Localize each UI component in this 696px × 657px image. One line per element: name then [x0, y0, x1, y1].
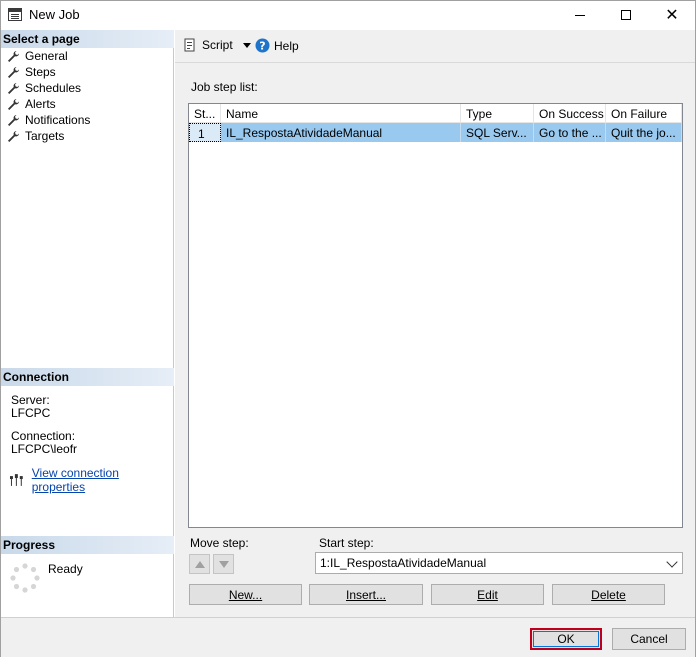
page-item-label: Targets [25, 129, 65, 143]
minimize-icon [575, 14, 585, 16]
wrench-icon [7, 50, 20, 63]
connection-header: Connection [1, 368, 174, 386]
insert-step-button[interactable]: Insert... [309, 584, 423, 605]
wrench-icon [7, 66, 20, 79]
page-item-label: Alerts [25, 97, 56, 111]
page-item-notifications[interactable]: Notifications [1, 112, 174, 128]
close-button[interactable]: ✕ [649, 1, 695, 29]
page-item-targets[interactable]: Targets [1, 128, 174, 144]
move-step-up-button[interactable] [189, 554, 210, 574]
cell-step[interactable]: 1 [189, 123, 221, 142]
start-step-value: 1:IL_RespostaAtividadeManual [320, 556, 487, 570]
connection-info: Connection: LFCPC\leofr [11, 430, 77, 456]
move-step-label: Move step: [190, 536, 249, 550]
cell-on-failure[interactable]: Quit the jo... [606, 123, 682, 142]
maximize-icon [621, 10, 631, 20]
script-icon [184, 38, 195, 52]
script-button[interactable]: Script [183, 38, 251, 52]
select-page-header: Select a page [1, 30, 174, 48]
connection-icon [9, 473, 23, 486]
grid-header: St... Name Type On Success On Failure [189, 104, 682, 123]
edit-step-button[interactable]: Edit [431, 584, 544, 605]
view-connection-properties: View connection properties [9, 466, 173, 494]
start-step-select[interactable]: 1:IL_RespostaAtividadeManual [315, 552, 683, 574]
column-header-type[interactable]: Type [461, 104, 534, 123]
help-label: Help [274, 38, 299, 53]
column-header-name[interactable]: Name [221, 104, 461, 123]
page-item-label: Steps [25, 65, 56, 79]
dialog-footer: OK Cancel [1, 617, 695, 657]
minimize-button[interactable] [557, 1, 603, 29]
window-icon [8, 8, 22, 21]
wrench-icon [7, 98, 20, 111]
column-header-on-success[interactable]: On Success [534, 104, 606, 123]
arrow-down-icon [218, 560, 229, 568]
left-pane: Select a page General Steps Schedules Al… [1, 30, 174, 617]
page-item-label: Schedules [25, 81, 82, 95]
page-item-general[interactable]: General [1, 48, 174, 64]
progress-header: Progress [1, 536, 174, 554]
page-item-alerts[interactable]: Alerts [1, 96, 174, 112]
delete-step-button[interactable]: Delete [552, 584, 665, 605]
chevron-down-icon [666, 556, 678, 568]
server-value: LFCPC [11, 406, 51, 420]
svg-text:?: ? [259, 40, 265, 53]
spinner-icon [10, 563, 40, 593]
view-connection-link[interactable]: View connection properties [32, 466, 173, 494]
page-list: General Steps Schedules Alerts Notificat… [1, 48, 174, 144]
cell-on-success[interactable]: Go to the ... [534, 123, 606, 142]
connection-value: LFCPC\leofr [11, 442, 78, 456]
window-title: New Job [29, 7, 80, 22]
ok-button[interactable]: OK [530, 628, 602, 650]
cell-type[interactable]: SQL Serv... [461, 123, 534, 142]
help-button[interactable]: ? Help [255, 38, 299, 53]
job-step-list-label: Job step list: [191, 80, 258, 94]
wrench-icon [7, 114, 20, 127]
main-pane: Script ? Help Job step list: St... Name … [175, 30, 695, 617]
arrow-up-icon [194, 560, 205, 568]
progress-area: Ready [9, 561, 169, 601]
job-step-grid[interactable]: St... Name Type On Success On Failure 1 … [188, 103, 683, 528]
toolbar: Script ? Help [175, 30, 695, 63]
script-dropdown-icon[interactable] [242, 42, 251, 48]
column-header-on-failure[interactable]: On Failure [606, 104, 682, 123]
title-bar: New Job ✕ [1, 1, 695, 29]
new-job-window: New Job ✕ Select a page General Steps Sc… [0, 0, 696, 657]
cell-name[interactable]: IL_RespostaAtividadeManual [221, 123, 461, 142]
start-step-label: Start step: [319, 536, 374, 550]
script-label: Script [202, 38, 233, 52]
wrench-icon [7, 82, 20, 95]
close-icon: ✕ [665, 5, 679, 24]
page-item-schedules[interactable]: Schedules [1, 80, 174, 96]
page-item-steps[interactable]: Steps [1, 64, 174, 80]
maximize-button[interactable] [603, 1, 649, 29]
server-info: Server: LFCPC [11, 394, 50, 420]
column-header-step[interactable]: St... [189, 104, 221, 123]
page-item-label: General [25, 49, 68, 63]
new-step-button[interactable]: New... [189, 584, 302, 605]
progress-status: Ready [48, 562, 83, 576]
page-item-label: Notifications [25, 113, 91, 127]
cancel-button[interactable]: Cancel [612, 628, 686, 650]
move-step-down-button[interactable] [213, 554, 234, 574]
table-row[interactable]: 1 IL_RespostaAtividadeManual SQL Serv...… [189, 123, 682, 142]
help-icon: ? [255, 38, 270, 53]
wrench-icon [7, 130, 20, 143]
